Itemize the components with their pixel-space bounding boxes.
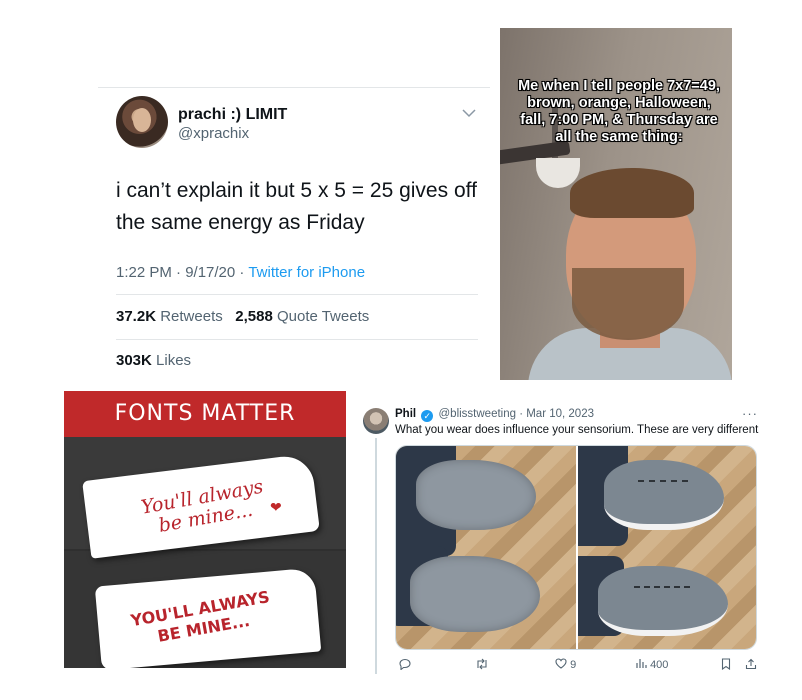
divider (116, 339, 478, 340)
display-name[interactable]: Phil (395, 408, 416, 420)
meme-image: Me when I tell people 7x7=49, brown, ora… (500, 28, 732, 380)
views-icon (636, 659, 647, 668)
engagement-stats: 37.2K Retweets 2,588 Quote Tweets (116, 308, 369, 325)
verified-badge-icon: ✓ (421, 410, 434, 422)
beard (572, 268, 684, 340)
fonts-matter-image: FONTS MATTER You'll always be mine... ❤ … (64, 391, 346, 668)
hair (570, 168, 694, 218)
retweet-icon[interactable] (475, 658, 489, 673)
photo-slippers[interactable] (396, 446, 576, 649)
heart-outline-icon (555, 658, 567, 669)
avatar[interactable] (116, 96, 168, 148)
likes-label[interactable]: Likes (156, 352, 191, 369)
display-name[interactable]: prachi :) LIMIT (178, 106, 287, 124)
share-icon[interactable] (745, 658, 757, 673)
quote-tweets-label[interactable]: Quote Tweets (277, 308, 369, 325)
fonts-matter-title: FONTS MATTER (114, 401, 296, 426)
meme-caption: Me when I tell people 7x7=49, brown, ora… (518, 78, 720, 145)
divider (116, 294, 478, 295)
avatar[interactable] (363, 408, 389, 434)
likes-stat[interactable]: 303K Likes (116, 352, 191, 369)
views-button[interactable]: 400 (635, 658, 668, 671)
tweet-source-link[interactable]: Twitter for iPhone (248, 264, 365, 281)
tweet-text: What you wear does influence your sensor… (395, 424, 759, 436)
retweets-label[interactable]: Retweets (160, 308, 223, 325)
thread-line (375, 438, 377, 674)
tweet-header: Phil ✓ @blisstweeting · Mar 10, 2023 (395, 408, 594, 422)
bookmark-icon[interactable] (721, 658, 731, 673)
more-options-icon[interactable]: ··· (742, 406, 758, 421)
tweet-timestamp: 1:22 PM · 9/17/20 · Twitter for iPhone (116, 264, 365, 281)
like-button[interactable]: 9 (555, 658, 576, 671)
tweet-text: i can’t explain it but 5 x 5 = 25 gives … (116, 179, 477, 234)
heart-icon: ❤ (270, 499, 282, 515)
quote-tweets-count[interactable]: 2,588 (235, 308, 273, 325)
reply-icon[interactable] (399, 658, 411, 673)
retweets-count[interactable]: 37.2K (116, 308, 156, 325)
divider (98, 87, 490, 88)
tweet-time: 1:22 PM · 9/17/20 · (116, 264, 249, 281)
chevron-down-icon[interactable] (462, 108, 476, 118)
tweet-actions: 9 400 (395, 658, 765, 674)
tweet-media[interactable] (395, 445, 757, 650)
tweet-card-phil[interactable]: Phil ✓ @blisstweeting · Mar 10, 2023 ···… (358, 398, 768, 680)
photo-sneakers[interactable] (578, 446, 756, 649)
view-count: 400 (650, 659, 669, 671)
likes-count[interactable]: 303K (116, 352, 152, 369)
handle-and-date[interactable]: @blisstweeting · Mar 10, 2023 (439, 408, 595, 420)
user-handle[interactable]: @xprachix (178, 125, 249, 142)
tweet-card-prachi[interactable]: prachi :) LIMIT @xprachix i can’t explai… (98, 82, 490, 380)
like-count: 9 (570, 659, 577, 671)
